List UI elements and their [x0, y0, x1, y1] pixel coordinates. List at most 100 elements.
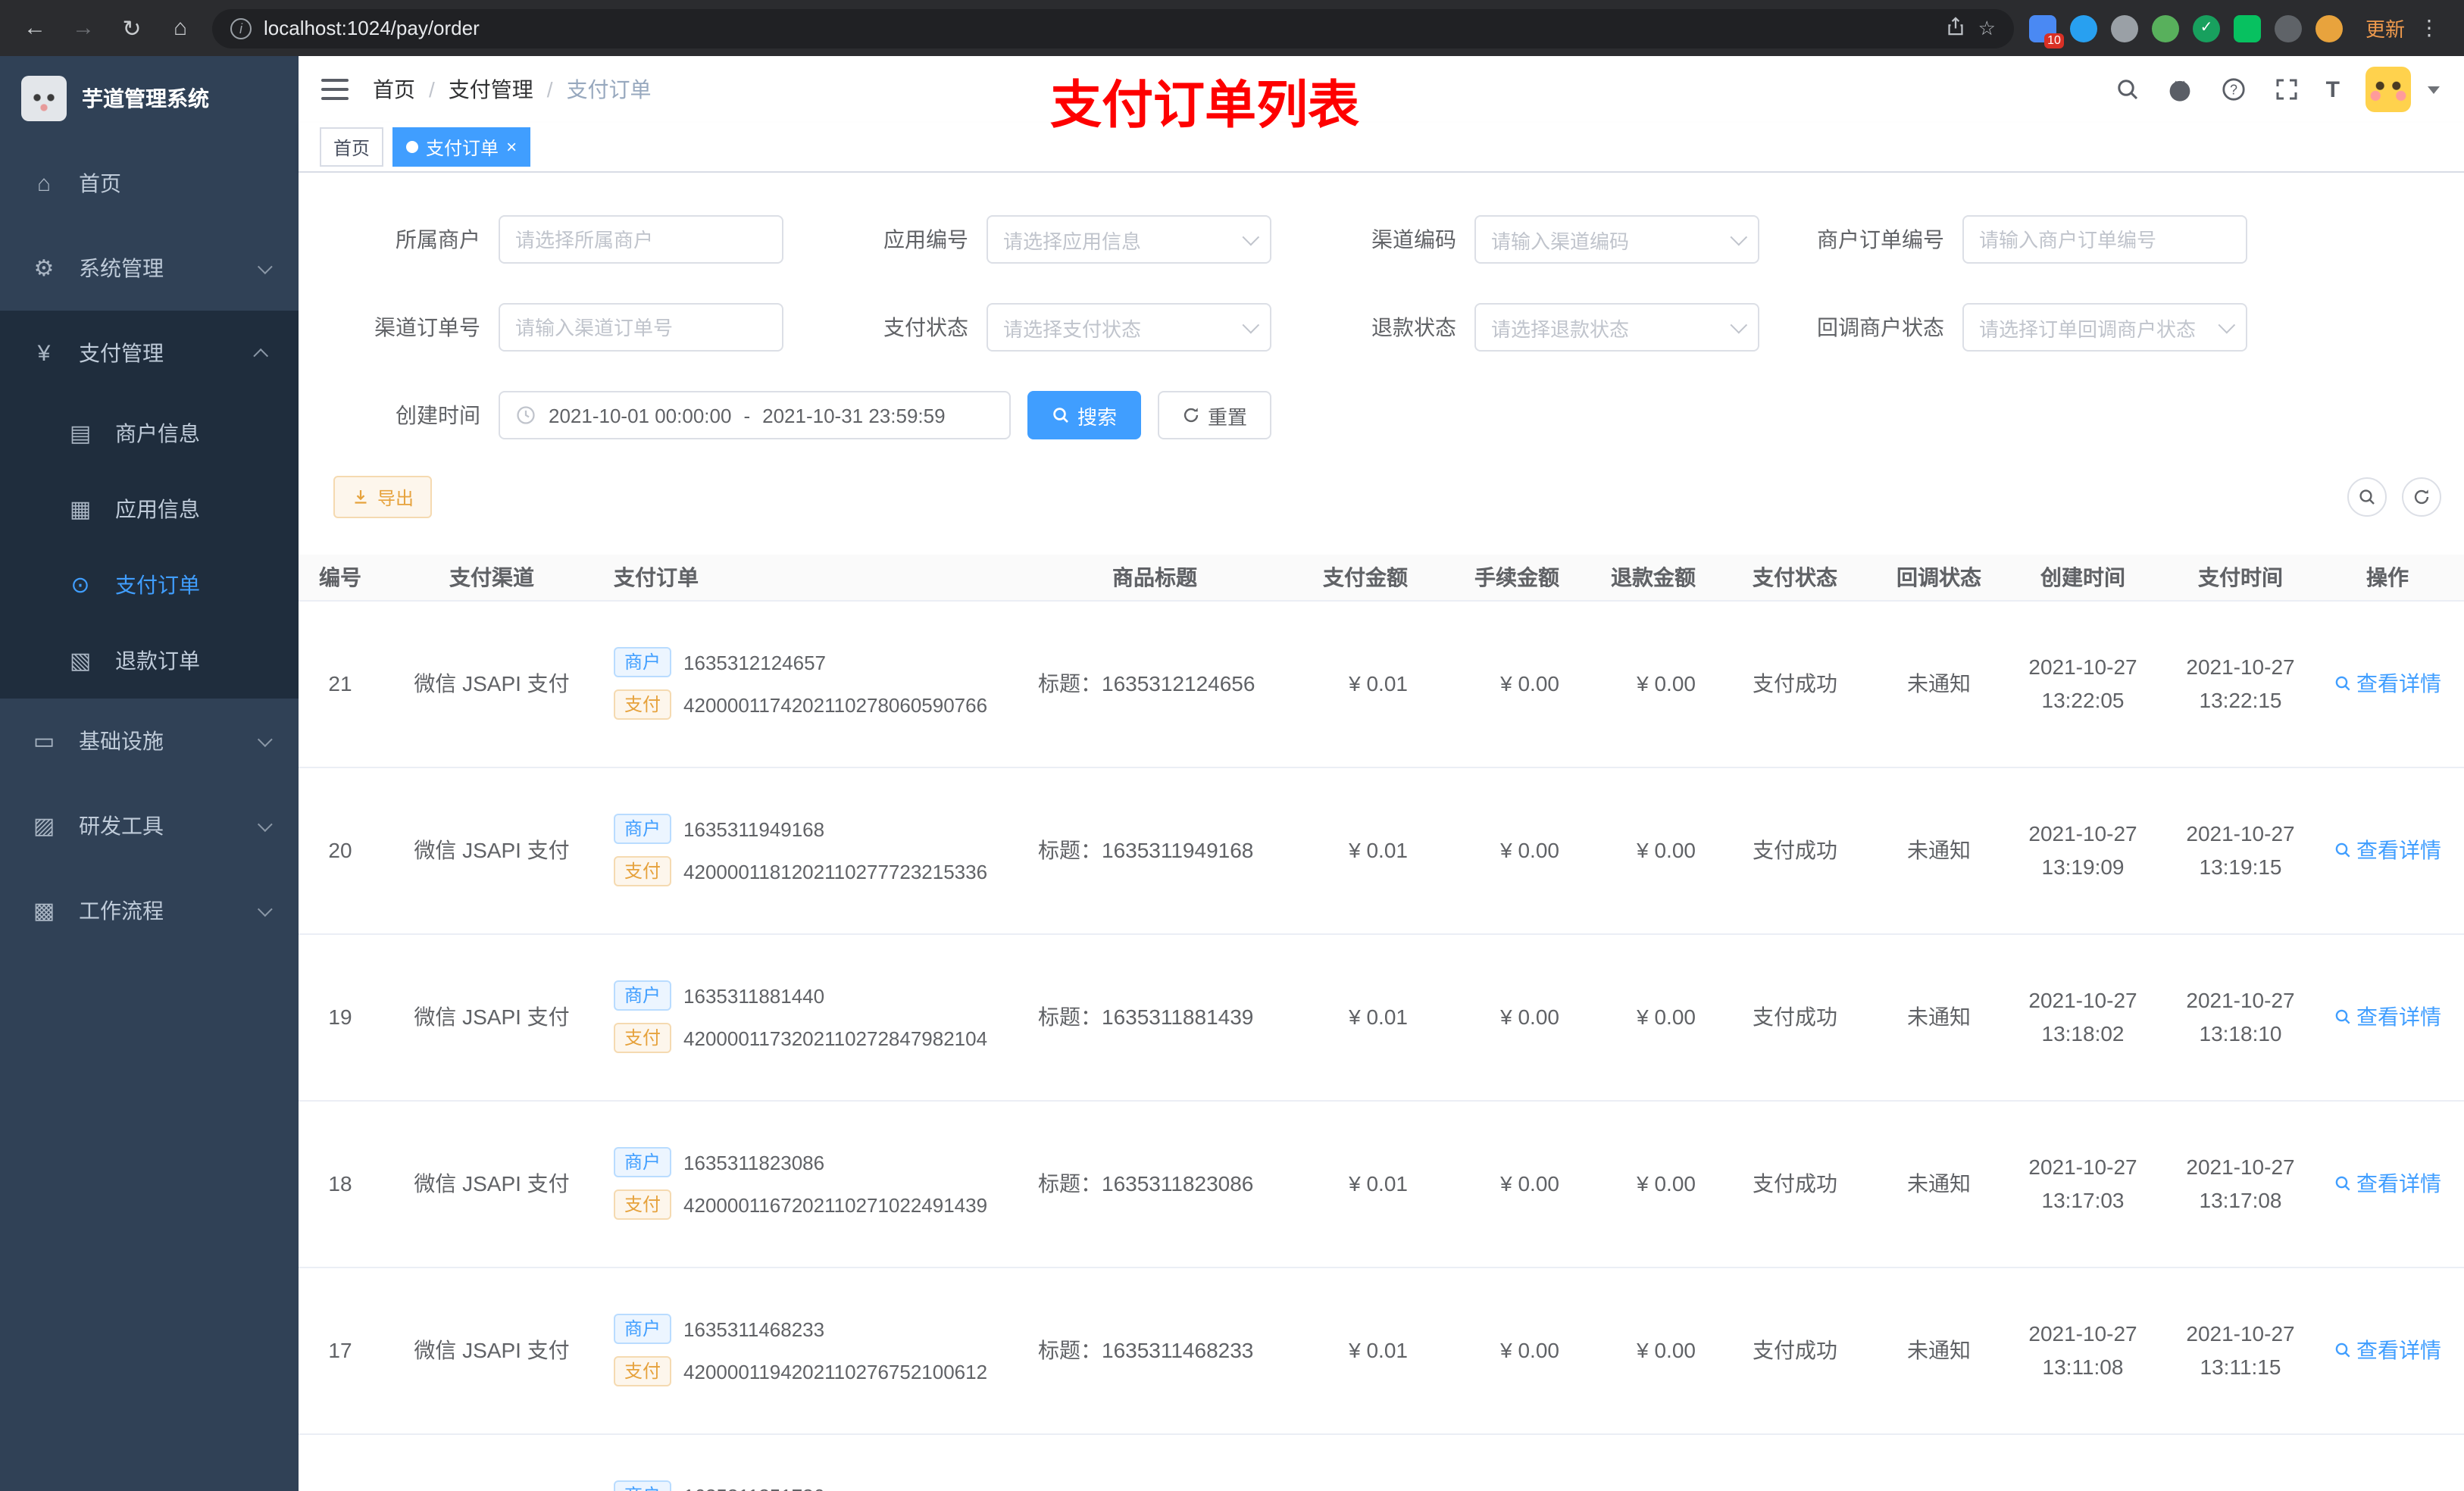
merchant-order-no-input[interactable]	[1962, 215, 2247, 264]
site-info-icon[interactable]: i	[230, 17, 252, 39]
avatar-dropdown-caret-icon[interactable]	[2428, 86, 2440, 93]
sidebar-item-refund-order[interactable]: ▧ 退款订单	[0, 623, 299, 699]
extension-icon-5[interactable]: ✓	[2192, 14, 2220, 42]
table-row: 商户 1635311351736 支付	[299, 1433, 2464, 1491]
font-size-icon[interactable]: T	[2326, 77, 2340, 102]
home-icon[interactable]: ⌂	[164, 15, 197, 41]
user-avatar[interactable]	[2366, 67, 2411, 112]
sidebar-item-infrastructure[interactable]: ▭ 基础设施	[0, 699, 299, 783]
back-icon[interactable]: ←	[18, 15, 52, 41]
extension-icon-6[interactable]	[2233, 14, 2261, 42]
pay-time: 2021-10-27 13:11:15	[2186, 1321, 2295, 1379]
sidebar-item-payment[interactable]: ¥ 支付管理	[0, 311, 299, 395]
breadcrumb-home[interactable]: 首页	[373, 74, 415, 105]
fee-amount: ¥ 0.00	[1500, 838, 1559, 862]
search-button[interactable]: 搜索	[1027, 391, 1142, 439]
search-icon[interactable]	[2114, 76, 2141, 103]
notify-status: 未通知	[1907, 838, 1971, 862]
extension-icon-1[interactable]: 10	[2028, 14, 2064, 48]
toggle-search-button[interactable]	[2347, 477, 2387, 517]
fee-amount: ¥ 0.00	[1500, 671, 1559, 695]
sidebar-item-system[interactable]: ⚙ 系统管理	[0, 226, 299, 311]
view-detail-label: 查看详情	[2356, 838, 2441, 862]
address-bar[interactable]: i localhost:1024/pay/order ☆	[212, 8, 2014, 48]
extension-icon-7[interactable]	[2274, 14, 2302, 42]
notify-status: 未通知	[1907, 671, 1971, 695]
view-detail-link[interactable]: 查看详情	[2334, 1168, 2441, 1199]
breadcrumb-payment[interactable]: 支付管理	[449, 74, 533, 105]
monitor-icon: ▭	[33, 729, 55, 755]
order-id: 21	[328, 671, 352, 695]
tab-home[interactable]: 首页	[320, 127, 384, 167]
url-text[interactable]: localhost:1024/pay/order	[264, 17, 1934, 39]
search-button-label: 搜索	[1077, 405, 1118, 428]
view-detail-label: 查看详情	[2356, 1338, 2441, 1362]
refresh-table-button[interactable]	[2402, 477, 2441, 517]
yen-icon: ¥	[37, 340, 51, 366]
extension-icon-2[interactable]	[2069, 14, 2097, 42]
channel-order-no-input[interactable]	[499, 303, 783, 352]
sidebar-item-workflow[interactable]: ▩ 工作流程	[0, 868, 299, 953]
create-time-range-picker[interactable]: 2021-10-01 00:00:00 - 2021-10-31 23:59:5…	[499, 391, 1011, 439]
pay-channel: 微信 JSAPI 支付	[414, 1171, 570, 1196]
app-select[interactable]: 请选择应用信息	[987, 215, 1271, 264]
fee-amount: ¥ 0.00	[1500, 1338, 1559, 1362]
tab-pay-order[interactable]: 支付订单 ×	[392, 127, 531, 167]
chrome-menu-icon[interactable]: ⋮	[2419, 15, 2440, 41]
table-toolbar: 导出	[299, 476, 2464, 518]
filter-label-refund-status: 退款状态	[1371, 315, 1456, 339]
sidebar-item-home[interactable]: ⌂ 首页	[0, 141, 299, 226]
bookmark-star-icon[interactable]: ☆	[1978, 16, 1996, 40]
create-time: 2021-10-27 13:18:02	[2028, 987, 2137, 1046]
sidebar-item-merchant-info[interactable]: ▤ 商户信息	[0, 395, 299, 471]
view-detail-link[interactable]: 查看详情	[2334, 668, 2441, 699]
magnifier-icon	[2335, 676, 2350, 691]
export-button[interactable]: 导出	[333, 476, 433, 518]
sidebar-item-pay-order[interactable]: ⊙ 支付订单	[0, 547, 299, 623]
pay-no-line: 支付 4200001181202110277723215336	[614, 856, 1014, 886]
refund-status-select[interactable]: 请选择退款状态	[1474, 303, 1759, 352]
sidebar-item-label: 支付管理	[79, 341, 164, 365]
refund-amount: ¥ 0.00	[1637, 1171, 1696, 1196]
export-button-label: 导出	[377, 487, 414, 508]
notify-status-select[interactable]: 请选择订单回调商户状态	[1962, 303, 2247, 352]
notify-status: 未通知	[1907, 1005, 1971, 1029]
channel-code-select[interactable]: 请输入渠道编码	[1474, 215, 1759, 264]
github-icon[interactable]	[2167, 76, 2194, 103]
merchant-order-no: 1635311468233	[683, 1318, 825, 1340]
forward-icon[interactable]: →	[67, 15, 100, 41]
view-detail-link[interactable]: 查看详情	[2334, 835, 2441, 865]
pay-status-select[interactable]: 请选择支付状态	[987, 303, 1271, 352]
hamburger-icon[interactable]	[321, 79, 349, 100]
pay-channel: 微信 JSAPI 支付	[414, 838, 570, 862]
sidebar-logo[interactable]: 芋道管理系统	[0, 56, 299, 141]
profile-avatar-icon[interactable]	[2315, 14, 2343, 42]
create-time: 2021-10-27 13:19:09	[2028, 821, 2137, 879]
search-icon	[2359, 489, 2375, 505]
magnifier-icon	[2335, 1343, 2350, 1358]
pay-channel: 微信 JSAPI 支付	[414, 1005, 570, 1029]
col-header-amount: 支付金额	[1284, 555, 1420, 601]
sidebar-item-devtools[interactable]: ▨ 研发工具	[0, 783, 299, 868]
extension-icon-3[interactable]	[2110, 14, 2138, 42]
extension-icon-4[interactable]	[2151, 14, 2179, 42]
reload-icon[interactable]: ↻	[115, 14, 149, 42]
extension-check-icon: ✓	[2200, 19, 2213, 36]
reset-button[interactable]: 重置	[1158, 391, 1272, 439]
fullscreen-icon[interactable]	[2273, 76, 2300, 103]
channel-pay-no: 4200001167202110271022491439	[683, 1193, 988, 1216]
refresh-icon	[1184, 408, 1199, 423]
share-icon[interactable]	[1946, 16, 1966, 40]
tab-close-icon[interactable]: ×	[506, 138, 517, 156]
sidebar-item-app-info[interactable]: ▦ 应用信息	[0, 471, 299, 547]
pay-no-line: 支付 4200001173202110272847982104	[614, 1023, 1014, 1053]
merchant-tag: 商户	[614, 814, 672, 844]
view-detail-link[interactable]: 查看详情	[2334, 1335, 2441, 1365]
view-detail-link[interactable]: 查看详情	[2334, 1002, 2441, 1032]
col-header-fee: 手续金额	[1420, 555, 1571, 601]
table-row: 17 微信 JSAPI 支付 商户 1635311468233 支付 42000…	[299, 1267, 2464, 1434]
help-icon[interactable]: ?	[2220, 76, 2247, 103]
merchant-select-input[interactable]	[499, 215, 783, 264]
filter-label-pay-status: 支付状态	[883, 315, 968, 339]
chrome-update-button[interactable]: 更新	[2366, 14, 2405, 42]
